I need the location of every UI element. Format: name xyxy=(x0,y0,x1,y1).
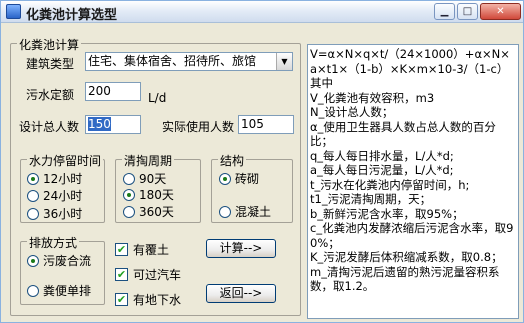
radio-retention-36[interactable]: 36小时 xyxy=(27,205,82,222)
radio-discharge-separate[interactable]: 粪便单排 xyxy=(27,282,91,299)
title-bar[interactable]: 化粪池计算选型 ▁ □ ✕ xyxy=(1,1,523,23)
close-button[interactable]: ✕ xyxy=(480,3,521,20)
formula-line: b_新鲜污泥含水率，取95%； xyxy=(310,206,464,221)
formula-line: t1_污泥清掏周期，天； xyxy=(310,192,432,206)
sewage-quota-value: 200 xyxy=(88,84,111,98)
radio-label: 24小时 xyxy=(43,189,83,203)
formula-line: V_化粪池有效容积，m3 xyxy=(310,90,435,105)
radio-retention-24[interactable]: 24小时 xyxy=(27,187,82,204)
chevron-down-icon[interactable]: ▼ xyxy=(276,53,292,70)
check-soil-cover[interactable]: ✔ 有覆土 xyxy=(115,241,169,258)
design-population-label: 设计总人数 xyxy=(19,120,80,134)
radio-label: 砖砌 xyxy=(235,172,260,186)
radio-dot xyxy=(219,172,231,185)
sewage-quota-unit: L/d xyxy=(148,91,167,105)
formula-line: N_设计总人数； xyxy=(310,105,394,119)
radio-dot xyxy=(27,254,39,267)
retention-group-title: 水力停留时间 xyxy=(27,152,104,169)
check-label: 可过汽车 xyxy=(133,268,182,282)
radio-structure-concrete[interactable]: 混凝土 xyxy=(219,203,271,220)
formula-line: q_每人每日排水量，L/人*d; xyxy=(310,148,454,163)
design-population-input[interactable]: 150 xyxy=(85,115,141,134)
radio-dot xyxy=(27,284,39,297)
check-groundwater[interactable]: ✔ 有地下水 xyxy=(115,291,181,308)
formula-textarea[interactable]: V=α×N×q×t/（24×1000）+α×N×a×t1×（1-b）×K×m×1… xyxy=(307,44,519,319)
radio-dot xyxy=(27,207,39,220)
checkmark-icon: ✔ xyxy=(115,293,128,306)
formula-line: α_使用卫生器具人数占总人数的百分比； xyxy=(310,119,496,149)
structure-group-title: 结构 xyxy=(218,152,247,169)
radio-label: 污废合流 xyxy=(43,254,92,268)
minimize-button[interactable]: ▁ xyxy=(434,3,455,20)
radio-cleaning-180[interactable]: 180天 xyxy=(123,186,174,203)
radio-label: 180天 xyxy=(139,188,174,202)
radio-label: 360天 xyxy=(139,205,174,219)
checkmark-icon: ✔ xyxy=(115,268,128,281)
radio-retention-12[interactable]: 12小时 xyxy=(27,170,82,187)
actual-users-value: 105 xyxy=(241,117,264,131)
sewage-quota-label: 污水定额 xyxy=(26,88,75,102)
building-type-select[interactable]: 住宅、集体宿舍、招待所、旅馆 ▼ xyxy=(85,52,293,71)
design-population-value: 150 xyxy=(88,117,111,131)
radio-label: 90天 xyxy=(139,172,167,186)
cleaning-group-title: 清掏周期 xyxy=(122,152,175,169)
radio-cleaning-90[interactable]: 90天 xyxy=(123,170,166,187)
formula-line: K_污泥发酵后体积缩减系数，取0.8； xyxy=(310,250,503,264)
check-vehicle-pass[interactable]: ✔ 可过汽车 xyxy=(115,266,181,283)
radio-dot xyxy=(123,205,135,218)
building-type-value: 住宅、集体宿舍、招待所、旅馆 xyxy=(88,54,257,68)
discharge-group-title: 排放方式 xyxy=(27,234,80,251)
maximize-button[interactable]: □ xyxy=(457,3,478,20)
checkmark-icon: ✔ xyxy=(115,243,128,256)
radio-label: 混凝土 xyxy=(235,205,272,219)
check-label: 有地下水 xyxy=(133,293,182,307)
radio-dot xyxy=(123,188,135,201)
app-icon xyxy=(6,4,21,19)
formula-line: V=α×N×q×t/（24×1000）+α×N×a×t1×（1-b）×K×m×1… xyxy=(310,47,510,90)
actual-users-input[interactable]: 105 xyxy=(238,115,294,134)
radio-cleaning-360[interactable]: 360天 xyxy=(123,203,174,220)
radio-dot xyxy=(27,189,39,202)
radio-dot xyxy=(123,172,135,185)
app-window: 化粪池计算选型 ▁ □ ✕ 化粪池计算 建筑类型 住宅、集体宿舍、招待所、旅馆 … xyxy=(0,0,524,323)
back-button[interactable]: 返回--> xyxy=(206,284,276,303)
radio-label: 36小时 xyxy=(43,207,83,221)
calculate-button[interactable]: 计算--> xyxy=(206,239,276,258)
radio-label: 12小时 xyxy=(43,172,83,186)
radio-structure-brick[interactable]: 砖砌 xyxy=(219,170,259,187)
radio-discharge-combined[interactable]: 污废合流 xyxy=(27,252,91,269)
formula-line: c_化粪池内发酵浓缩后污泥含水率，取90%； xyxy=(310,221,514,250)
formula-line: t_污水在化粪池内停留时间，h; xyxy=(310,177,470,192)
building-type-label: 建筑类型 xyxy=(26,57,75,71)
formula-line: m_清掏污泥后遗留的熟污泥量容积系数，取1.2。 xyxy=(310,264,500,294)
window-title: 化粪池计算选型 xyxy=(26,8,118,23)
sewage-quota-input[interactable]: 200 xyxy=(85,82,141,101)
formula-line: a_每人每日污泥量，L/人*d; xyxy=(310,163,454,177)
radio-dot xyxy=(27,172,39,185)
calc-group-title: 化粪池计算 xyxy=(17,36,82,53)
actual-users-label: 实际使用人数 xyxy=(162,120,235,134)
radio-label: 粪便单排 xyxy=(43,284,92,298)
radio-dot xyxy=(219,205,231,218)
check-label: 有覆土 xyxy=(133,243,170,257)
